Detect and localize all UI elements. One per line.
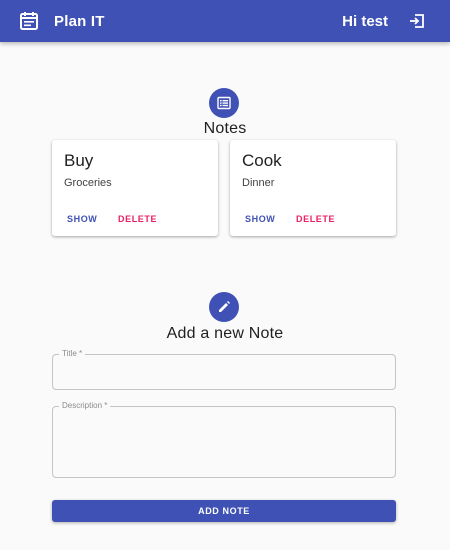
title-field: Title * — [52, 349, 396, 390]
event-note-icon — [18, 10, 40, 32]
title-field-label: Title * — [59, 349, 86, 359]
add-note-button[interactable]: ADD NOTE — [52, 500, 396, 522]
title-input[interactable] — [63, 365, 385, 381]
note-card: Cook Dinner SHOW DELETE — [230, 140, 396, 236]
pencil-icon — [209, 292, 239, 322]
app-bar: Plan IT Hi test — [0, 0, 450, 42]
note-title: Buy — [64, 151, 94, 170]
notes-heading: Notes — [203, 120, 247, 137]
note-description: Groceries — [64, 177, 112, 189]
notes-list: Buy Groceries SHOW DELETE Cook Dinner SH… — [52, 140, 396, 236]
note-card: Buy Groceries SHOW DELETE — [52, 140, 218, 236]
logout-icon[interactable] — [406, 10, 428, 32]
add-note-heading: Add a new Note — [166, 325, 284, 342]
note-title: Cook — [242, 151, 282, 170]
delete-button[interactable]: DELETE — [118, 214, 157, 224]
note-description: Dinner — [242, 177, 275, 189]
user-greeting: Hi test — [342, 12, 388, 30]
description-input[interactable] — [63, 417, 385, 469]
show-button[interactable]: SHOW — [245, 214, 275, 224]
show-button[interactable]: SHOW — [67, 214, 97, 224]
description-field: Description * — [52, 401, 396, 478]
description-field-label: Description * — [59, 401, 111, 411]
app-title: Plan IT — [54, 12, 105, 30]
delete-button[interactable]: DELETE — [296, 214, 335, 224]
list-alt-icon — [209, 88, 239, 118]
